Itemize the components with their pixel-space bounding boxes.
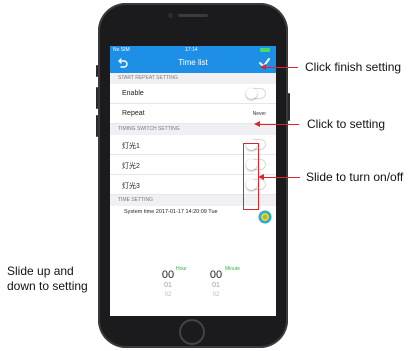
annotation-slide: Slide to turn on/off	[306, 170, 404, 184]
repeat-row[interactable]: Repeat Never	[110, 104, 276, 124]
section-header-repeat: START REPEAT SETTING	[110, 73, 276, 84]
annotation-setting: Click to setting	[307, 117, 386, 131]
power-button	[288, 93, 290, 121]
minute-unit-label: Minute	[225, 266, 241, 272]
earpiece-speaker	[178, 14, 208, 17]
sun-icon[interactable]	[258, 210, 272, 224]
switch-highlight-box	[243, 143, 259, 210]
volume-down-button	[96, 115, 98, 137]
setting-arrow	[254, 120, 299, 127]
switch-label-1: 灯光1	[122, 143, 140, 150]
front-camera	[168, 13, 173, 18]
slide-arrow	[258, 173, 300, 180]
page-title: Time list	[178, 58, 208, 67]
switch-label-2: 灯光2	[122, 163, 140, 170]
hour-unit-label: Hour	[176, 266, 187, 272]
carrier-text: No SIM	[113, 47, 130, 53]
annotation-updown-line1: Slide up and	[7, 264, 74, 278]
repeat-label: Repeat	[122, 110, 145, 117]
hour-next2: 02	[164, 292, 172, 298]
clock-text: 17:14	[185, 47, 198, 53]
enable-label: Enable	[122, 90, 144, 97]
time-picker[interactable]: 00 01 02 Hour 00 01 02 Minute	[110, 266, 276, 316]
switch-label-3: 灯光3	[122, 183, 140, 190]
minute-next2: 02	[212, 292, 220, 298]
minute-next: 01	[212, 282, 220, 289]
system-time-text: System time 2017-01-17 14:20:09 Tue	[124, 209, 218, 215]
annotation-updown: Slide up and down to setting	[7, 264, 88, 294]
volume-up-button	[96, 87, 98, 109]
repeat-value[interactable]: Never	[253, 111, 266, 117]
battery-icon	[260, 48, 270, 52]
hour-next: 01	[164, 282, 172, 289]
enable-row: Enable	[110, 84, 276, 104]
status-bar: No SIM 17:14	[110, 46, 276, 54]
finish-arrow	[260, 63, 298, 70]
annotation-updown-line2: down to setting	[7, 279, 88, 293]
mute-switch	[96, 65, 98, 77]
enable-toggle[interactable]	[246, 88, 266, 99]
home-button[interactable]	[179, 319, 205, 345]
nav-bar: Time list	[110, 54, 276, 73]
annotation-finish: Click finish setting	[305, 60, 402, 74]
section-header-timing: TIMING SWITCH SETTING	[110, 124, 276, 135]
